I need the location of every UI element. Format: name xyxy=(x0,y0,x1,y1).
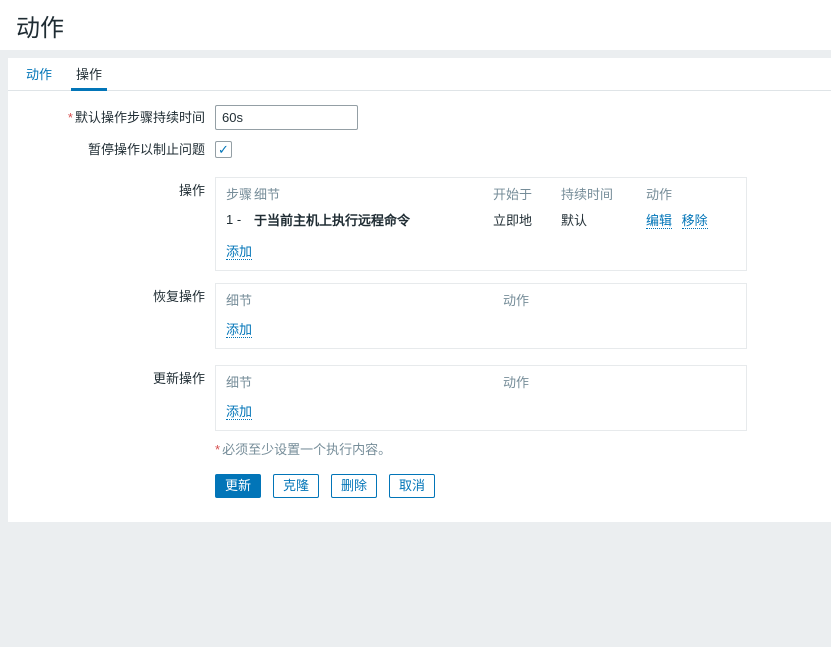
col-action: 动作 xyxy=(493,366,746,394)
col-start-in: 开始于 xyxy=(483,178,551,206)
default-duration-input[interactable] xyxy=(215,105,358,130)
pause-suppressed-row: 暂停操作以制止问题 ✓ xyxy=(8,141,821,159)
clone-button[interactable]: 克隆 xyxy=(273,474,319,498)
update-add-link[interactable]: 添加 xyxy=(226,404,252,420)
tab-bar: 动作 操作 xyxy=(8,58,831,91)
default-duration-row: *默认操作步骤持续时间 xyxy=(8,105,821,130)
action-form-container: 动作 操作 *默认操作步骤持续时间 暂停操作以制止问题 ✓ xyxy=(8,58,831,522)
col-action: 动作 xyxy=(493,284,746,312)
operation-duration: 默认 xyxy=(551,206,636,234)
operations-row: 操作 步骤 细节 开始于 持续时间 动作 xyxy=(8,177,821,271)
tab-operations-label: 操作 xyxy=(76,64,102,83)
update-operations-row: 更新操作 细节 动作 添加 xyxy=(8,365,821,431)
operation-table-row: 1 - 0 于当前主机上执行远程命令 立即地 默认 编辑 移除 xyxy=(216,206,746,234)
recovery-add-link[interactable]: 添加 xyxy=(226,322,252,338)
update-button[interactable]: 更新 xyxy=(215,474,261,498)
update-operations-table: 细节 动作 添加 xyxy=(215,365,747,431)
operations-header-row: 步骤 细节 开始于 持续时间 动作 xyxy=(216,178,746,206)
operation-start-in: 立即地 xyxy=(483,206,551,234)
page-header: 动作 xyxy=(0,0,831,50)
recovery-operations-label: 恢复操作 xyxy=(8,283,215,306)
operation-remove-link[interactable]: 移除 xyxy=(682,213,708,229)
required-note: *必须至少设置一个执行内容。 xyxy=(215,441,821,457)
operation-edit-link[interactable]: 编辑 xyxy=(646,213,672,229)
tab-action-label: 动作 xyxy=(26,64,52,83)
operations-table: 步骤 细节 开始于 持续时间 动作 1 - 0 于当前主机上执行远程命令 立即地 xyxy=(215,177,747,271)
header-divider xyxy=(0,50,831,58)
pause-suppressed-checkbox[interactable]: ✓ xyxy=(215,141,232,158)
operation-steps: 1 - 0 xyxy=(216,206,244,234)
col-steps: 步骤 xyxy=(216,178,244,206)
col-details: 细节 xyxy=(216,284,493,312)
operation-details: 于当前主机上执行远程命令 xyxy=(244,206,483,234)
required-asterisk: * xyxy=(68,110,73,125)
col-details: 细节 xyxy=(244,178,483,206)
operations-label: 操作 xyxy=(8,177,215,200)
recovery-header-row: 细节 动作 xyxy=(216,284,746,312)
tab-operations[interactable]: 操作 xyxy=(71,58,107,91)
tab-action[interactable]: 动作 xyxy=(21,58,57,91)
checkmark-icon: ✓ xyxy=(218,143,229,156)
form-body: *默认操作步骤持续时间 暂停操作以制止问题 ✓ 操作 xyxy=(8,91,831,522)
page-title: 动作 xyxy=(16,8,64,43)
default-duration-label: *默认操作步骤持续时间 xyxy=(8,105,215,127)
col-duration: 持续时间 xyxy=(551,178,636,206)
pause-suppressed-label: 暂停操作以制止问题 xyxy=(8,141,215,159)
note-row: *必须至少设置一个执行内容。 xyxy=(8,441,821,457)
operations-add-link[interactable]: 添加 xyxy=(226,244,252,260)
update-operations-label: 更新操作 xyxy=(8,365,215,388)
required-asterisk: * xyxy=(215,442,220,457)
recovery-operations-table: 细节 动作 添加 xyxy=(215,283,747,349)
update-header-row: 细节 动作 xyxy=(216,366,746,394)
delete-button[interactable]: 删除 xyxy=(331,474,377,498)
buttons-row: 更新 克隆 删除 取消 xyxy=(8,474,821,498)
col-action: 动作 xyxy=(636,178,746,206)
col-details: 细节 xyxy=(216,366,493,394)
cancel-button[interactable]: 取消 xyxy=(389,474,435,498)
recovery-operations-row: 恢复操作 细节 动作 添加 xyxy=(8,283,821,349)
